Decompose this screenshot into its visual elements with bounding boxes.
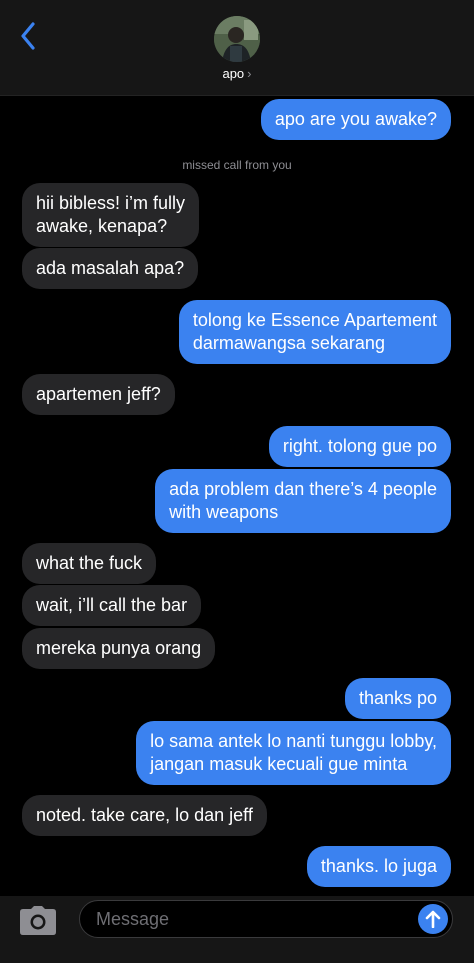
message-text: ada masalah apa? bbox=[36, 258, 185, 278]
message-bubble-sent[interactable]: tolong ke Essence Apartement darmawangsa… bbox=[178, 300, 451, 364]
missed-call-notice: missed call from you bbox=[182, 158, 292, 172]
message-text: awake, kenapa? bbox=[36, 216, 168, 236]
message-text: tolong ke Essence Apartement bbox=[192, 310, 437, 330]
message-bubble-sent[interactable]: right. tolong gue po bbox=[268, 426, 451, 467]
message-text: thanks po bbox=[358, 688, 437, 708]
message-bubble-sent[interactable]: thanks po bbox=[344, 678, 451, 719]
message-thread[interactable]: apo are you awake? missed call from you … bbox=[0, 96, 474, 896]
conversation-header: apo › bbox=[0, 0, 474, 96]
message-bubble-received[interactable]: noted. take care, lo dan jeff bbox=[22, 795, 267, 836]
chevron-right-icon: › bbox=[247, 66, 252, 81]
message-composer bbox=[0, 896, 474, 963]
message-bubble-received[interactable]: ada masalah apa? bbox=[22, 248, 199, 289]
message-text: apartemen jeff? bbox=[36, 384, 161, 404]
message-bubble-sent[interactable]: ada problem dan there’s 4 people with we… bbox=[155, 469, 451, 533]
message-input[interactable] bbox=[80, 901, 410, 937]
message-bubble-received[interactable]: apartemen jeff? bbox=[22, 374, 175, 415]
message-bubble-received[interactable]: hii bibless! i’m fully awake, kenapa? bbox=[22, 183, 200, 247]
contact-name[interactable]: apo › bbox=[0, 66, 474, 81]
message-text: mereka punya orang bbox=[36, 638, 202, 658]
camera-icon bbox=[20, 906, 56, 935]
message-bubble-received[interactable]: what the fuck bbox=[22, 543, 157, 584]
message-text: jangan masuk kecuali gue minta bbox=[150, 754, 408, 774]
message-text: ada problem dan there’s 4 people bbox=[169, 479, 437, 499]
message-bubble-sent[interactable]: thanks. lo juga bbox=[306, 846, 451, 887]
message-text: with weapons bbox=[169, 502, 279, 522]
message-text: what the fuck bbox=[36, 553, 143, 573]
message-bubble-received[interactable]: wait, i’ll call the bar bbox=[22, 585, 202, 626]
message-text: thanks. lo juga bbox=[320, 856, 437, 876]
message-bubble-sent[interactable]: apo are you awake? bbox=[260, 99, 451, 140]
message-text: lo sama antek lo nanti tunggu lobby, bbox=[150, 731, 437, 751]
message-bubble-sent[interactable]: lo sama antek lo nanti tunggu lobby, jan… bbox=[136, 721, 451, 785]
contact-photo bbox=[214, 16, 260, 62]
camera-button[interactable] bbox=[19, 906, 57, 936]
chevron-left-icon bbox=[21, 22, 35, 50]
send-button[interactable] bbox=[418, 904, 448, 934]
message-text: right. tolong gue po bbox=[282, 436, 437, 456]
message-text: wait, i’ll call the bar bbox=[36, 595, 188, 615]
arrow-up-icon bbox=[425, 910, 441, 928]
message-text: apo are you awake? bbox=[274, 109, 437, 129]
back-button[interactable] bbox=[14, 20, 42, 52]
message-text: hii bibless! i’m fully bbox=[36, 193, 186, 213]
message-bubble-received[interactable]: mereka punya orang bbox=[22, 628, 216, 669]
message-text: noted. take care, lo dan jeff bbox=[36, 805, 253, 825]
message-field[interactable] bbox=[79, 900, 453, 938]
message-text: darmawangsa sekarang bbox=[192, 333, 385, 353]
contact-name-label: apo bbox=[222, 66, 245, 81]
avatar[interactable] bbox=[214, 16, 260, 62]
